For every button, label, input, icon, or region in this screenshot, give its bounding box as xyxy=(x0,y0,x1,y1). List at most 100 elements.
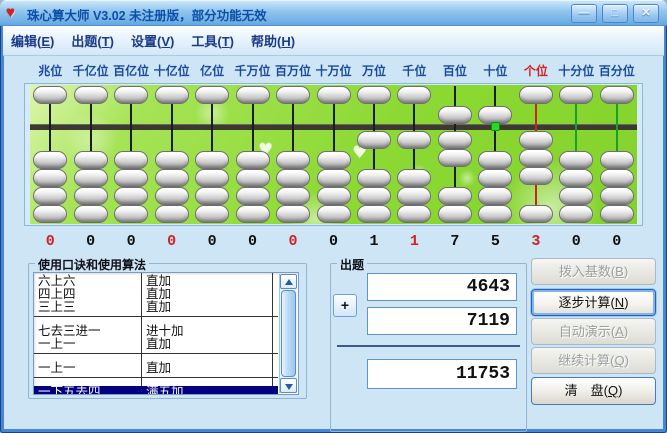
abacus-bead-lower[interactable] xyxy=(33,151,68,169)
formula-list[interactable]: 六上六 直加 四上四 直加 三上三 直加 七去三进一 进十加 一上一 直加 一上一 直加 一下五去四 满五… xyxy=(33,272,299,395)
minimize-button[interactable]: — xyxy=(571,4,597,23)
scrollbar-thumb[interactable] xyxy=(281,290,296,377)
abacus-bead-lower[interactable] xyxy=(276,187,311,205)
abacus-bead-lower[interactable] xyxy=(316,187,351,205)
continue-calculate-button[interactable]: 继续计算(Q) xyxy=(531,347,656,374)
abacus-bead-lower[interactable] xyxy=(397,169,432,187)
abacus-bead-lower[interactable] xyxy=(114,151,149,169)
menu-item-2[interactable]: 出题(T) xyxy=(70,29,115,52)
abacus-bead-lower[interactable] xyxy=(518,149,553,167)
abacus-bead-upper[interactable] xyxy=(73,86,108,104)
abacus-bead-upper[interactable] xyxy=(356,86,391,104)
abacus-bead-lower[interactable] xyxy=(356,205,391,223)
abacus-bead-lower[interactable] xyxy=(114,187,149,205)
scroll-down-button[interactable] xyxy=(280,378,297,393)
abacus-bead-lower[interactable] xyxy=(73,187,108,205)
maximize-button[interactable]: □ xyxy=(602,4,628,23)
abacus-bead-lower[interactable] xyxy=(114,169,149,187)
abacus-bead-lower[interactable] xyxy=(437,205,472,223)
abacus-bead-upper[interactable] xyxy=(114,86,149,104)
abacus-bead-lower[interactable] xyxy=(73,169,108,187)
abacus-bead-lower[interactable] xyxy=(73,151,108,169)
abacus-bead-upper[interactable] xyxy=(559,86,594,104)
operand-1-field[interactable] xyxy=(367,273,517,301)
abacus-bead-lower[interactable] xyxy=(154,187,189,205)
abacus-bead-lower[interactable] xyxy=(559,205,594,223)
abacus-bead-lower[interactable] xyxy=(599,151,634,169)
abacus-bead-lower[interactable] xyxy=(437,187,472,205)
abacus-bead-lower[interactable] xyxy=(276,169,311,187)
abacus-bead-upper[interactable] xyxy=(154,86,189,104)
abacus-bead-lower[interactable] xyxy=(114,205,149,223)
abacus-bead-lower[interactable] xyxy=(478,169,513,187)
abacus-bead-lower[interactable] xyxy=(356,131,391,149)
abacus-bead-lower[interactable] xyxy=(316,169,351,187)
formula-row[interactable]: 一上一 直加 xyxy=(34,362,278,375)
abacus-bead-lower[interactable] xyxy=(235,187,270,205)
abacus-bead-lower[interactable] xyxy=(276,205,311,223)
abacus-bead-lower[interactable] xyxy=(235,151,270,169)
abacus-bead-lower[interactable] xyxy=(478,151,513,169)
menu-item-4[interactable]: 工具(T) xyxy=(190,29,235,52)
scrollbar[interactable] xyxy=(279,274,297,393)
abacus-bead-lower[interactable] xyxy=(478,187,513,205)
operator-button[interactable]: + xyxy=(333,294,357,317)
abacus-bead-lower[interactable] xyxy=(33,205,68,223)
operand-2-field[interactable] xyxy=(367,307,517,335)
abacus-bead-lower[interactable] xyxy=(235,205,270,223)
abacus-bead-lower[interactable] xyxy=(33,187,68,205)
dial-in-base-button[interactable]: 拨入基数(B) xyxy=(531,258,656,285)
abacus-bead-upper[interactable] xyxy=(276,86,311,104)
abacus-bead-lower[interactable] xyxy=(195,151,230,169)
abacus-bead-upper[interactable] xyxy=(316,86,351,104)
abacus-bead-lower[interactable] xyxy=(73,205,108,223)
abacus-bead-lower[interactable] xyxy=(397,131,432,149)
abacus-bead-upper[interactable] xyxy=(195,86,230,104)
abacus-bead-lower[interactable] xyxy=(559,187,594,205)
scroll-up-button[interactable] xyxy=(280,274,297,289)
abacus-bead-lower[interactable] xyxy=(356,187,391,205)
abacus-bead-lower[interactable] xyxy=(518,131,553,149)
abacus-bead-lower[interactable] xyxy=(559,169,594,187)
clear-board-button[interactable]: 清 盘(Q) xyxy=(531,377,656,405)
abacus-bead-upper[interactable] xyxy=(33,86,68,104)
abacus-bead-lower[interactable] xyxy=(518,205,553,223)
abacus-bead-lower[interactable] xyxy=(478,205,513,223)
abacus-bead-lower[interactable] xyxy=(599,187,634,205)
abacus-bead-lower[interactable] xyxy=(195,205,230,223)
abacus-bead-lower[interactable] xyxy=(154,205,189,223)
menu-item-1[interactable]: 编辑(E) xyxy=(10,29,55,52)
abacus-bead-lower[interactable] xyxy=(195,187,230,205)
abacus-bead-lower[interactable] xyxy=(437,131,472,149)
abacus-bead-upper[interactable] xyxy=(437,106,472,124)
step-calculate-button[interactable]: 逐步计算(N) xyxy=(531,289,656,316)
abacus-bead-upper[interactable] xyxy=(599,86,634,104)
abacus-bead-lower[interactable] xyxy=(559,151,594,169)
menu-item-3[interactable]: 设置(V) xyxy=(130,29,175,52)
abacus-bead-lower[interactable] xyxy=(397,187,432,205)
abacus-bead-upper[interactable] xyxy=(235,86,270,104)
abacus-bead-lower[interactable] xyxy=(599,205,634,223)
abacus-bead-upper[interactable] xyxy=(397,86,432,104)
abacus-bead-lower[interactable] xyxy=(276,151,311,169)
abacus-bead-lower[interactable] xyxy=(599,169,634,187)
close-button[interactable]: ✕ xyxy=(633,4,659,23)
abacus-bead-upper[interactable] xyxy=(518,86,553,104)
abacus-bead-lower[interactable] xyxy=(518,167,553,185)
abacus-bead-lower[interactable] xyxy=(33,169,68,187)
abacus-bead-lower[interactable] xyxy=(316,205,351,223)
menu-item-5[interactable]: 帮助(H) xyxy=(250,29,296,52)
result-field[interactable] xyxy=(367,359,517,389)
abacus-bead-lower[interactable] xyxy=(235,169,270,187)
formula-row[interactable]: 一下五去四 满五加 xyxy=(34,386,278,394)
abacus-bead-lower[interactable] xyxy=(154,151,189,169)
abacus-bead-lower[interactable] xyxy=(154,169,189,187)
abacus-bead-lower[interactable] xyxy=(195,169,230,187)
abacus-bead-lower[interactable] xyxy=(316,151,351,169)
abacus-bead-lower[interactable] xyxy=(356,169,391,187)
abacus-bead-lower[interactable] xyxy=(437,149,472,167)
auto-demo-button[interactable]: 自动演示(A) xyxy=(531,318,656,345)
abacus-bead-lower[interactable] xyxy=(397,205,432,223)
formula-row[interactable]: 一上一 直加 xyxy=(34,338,278,351)
formula-row[interactable]: 三上三 直加 xyxy=(34,301,278,314)
